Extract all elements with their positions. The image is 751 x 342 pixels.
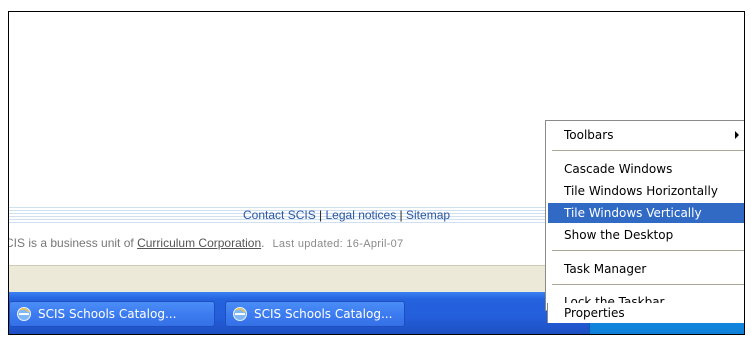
menu-item-show-desktop[interactable]: Show the Desktop: [548, 225, 744, 245]
footer-separator: |: [315, 208, 326, 222]
footer-separator: |: [396, 208, 407, 222]
menu-item-cascade-windows[interactable]: Cascade Windows: [548, 159, 744, 179]
submenu-arrow-icon: [735, 131, 739, 139]
menu-item-label: Show the Desktop: [564, 228, 674, 242]
taskbar-context-menu: Toolbars Cascade Windows Tile Windows Ho…: [545, 120, 744, 311]
sitemap-link[interactable]: Sitemap: [406, 208, 450, 222]
taskbar-button[interactable]: SCIS Schools Catalog...: [225, 301, 405, 327]
menu-item-tile-horizontally[interactable]: Tile Windows Horizontally: [548, 181, 744, 201]
menu-item-label: Task Manager: [564, 262, 647, 276]
internet-explorer-icon: [16, 306, 32, 322]
footer-note-suffix: .: [261, 236, 265, 250]
footer-note: CIS is a business unit of Curriculum Cor…: [8, 236, 404, 250]
menu-item-label: Tile Windows Vertically: [564, 206, 702, 220]
menu-item-tile-vertically[interactable]: Tile Windows Vertically: [548, 203, 744, 223]
last-updated-text: Last updated: 16-April-07: [272, 238, 404, 250]
curriculum-corporation-link[interactable]: Curriculum Corporation: [137, 236, 261, 250]
menu-item-label: Properties: [564, 306, 625, 320]
menu-separator: [552, 284, 744, 285]
contact-link[interactable]: Contact SCIS: [243, 208, 316, 222]
footer-links: Contact SCIS | Legal notices | Sitemap: [243, 208, 450, 222]
legal-notices-link[interactable]: Legal notices: [326, 208, 397, 222]
taskbar-button-label: SCIS Schools Catalog...: [254, 307, 393, 321]
taskbar-button[interactable]: SCIS Schools Catalog...: [9, 301, 215, 327]
menu-item-toolbars[interactable]: Toolbars: [548, 125, 744, 145]
menu-item-label: Cascade Windows: [564, 162, 673, 176]
footer-note-prefix: CIS is a business unit of: [8, 236, 138, 250]
screenshot-frame: Contact SCIS | Legal notices | Sitemap C…: [8, 11, 745, 335]
menu-item-label: Tile Windows Horizontally: [564, 184, 718, 198]
internet-explorer-icon: [232, 306, 248, 322]
menu-item-label: Toolbars: [564, 128, 614, 142]
taskbar-button-label: SCIS Schools Catalog...: [38, 307, 177, 321]
menu-separator: [552, 150, 744, 151]
menu-separator: [552, 250, 744, 251]
menu-item-task-manager[interactable]: Task Manager: [548, 259, 744, 279]
menu-item-properties[interactable]: Properties: [547, 303, 744, 323]
